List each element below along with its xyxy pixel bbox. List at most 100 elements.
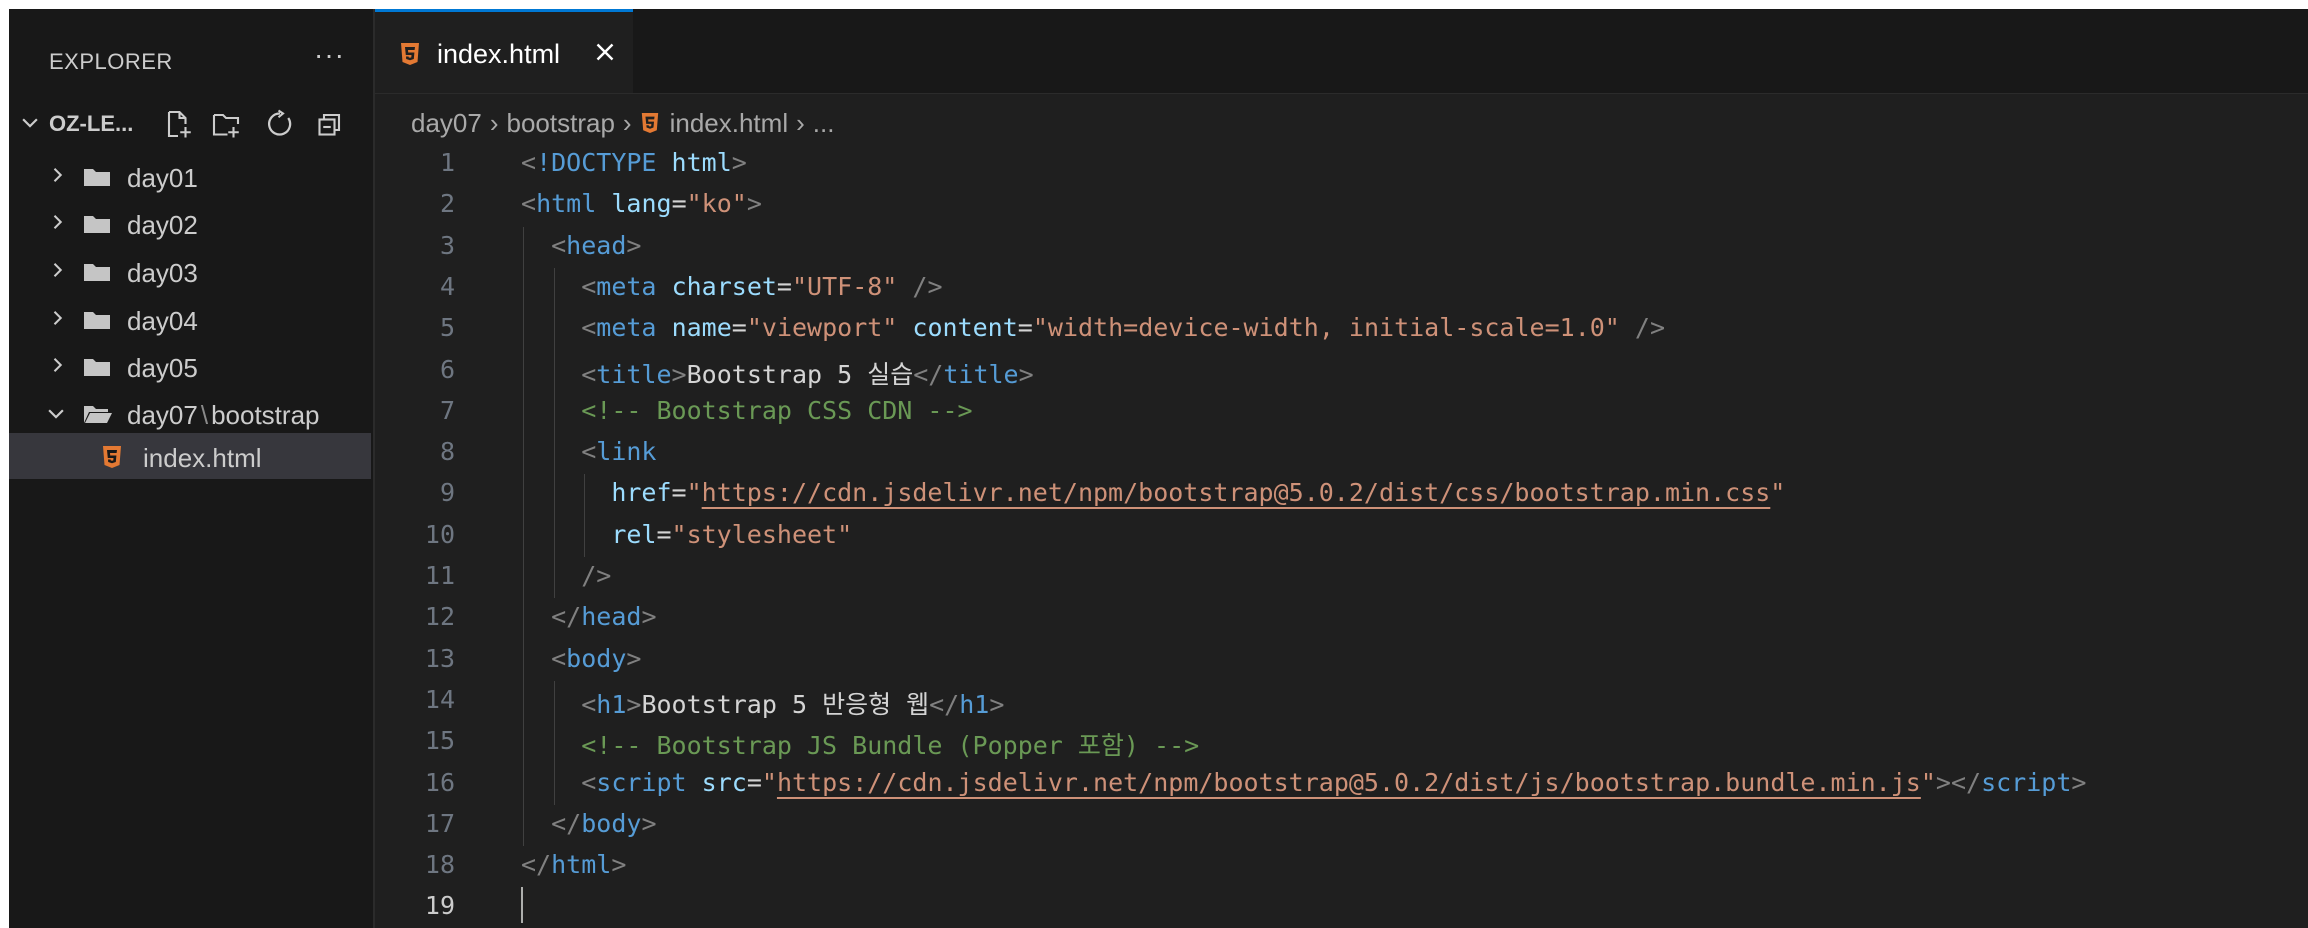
line-number: 8 [439, 437, 455, 467]
code-token: </ [551, 602, 582, 632]
code-token: <!-- Bootstrap JS Bundle (Popper 포함) --> [581, 731, 1200, 761]
chevron-down-icon [22, 118, 38, 128]
line-number: 19 [424, 891, 455, 921]
code-token: < [581, 313, 597, 343]
code-line[interactable]: 9 href="https://cdn.jsdelivr.net/npm/boo… [375, 474, 2308, 515]
code-token: href [611, 478, 672, 508]
code-line[interactable]: 19 [375, 887, 2308, 928]
line-number: 1 [439, 148, 455, 177]
code-text: <script src="https://cdn.jsdelivr.net/np… [521, 768, 2086, 797]
tree-folder-day01[interactable]: day01 [9, 153, 371, 199]
code-token: script [1981, 767, 2072, 797]
html5-icon [103, 446, 121, 468]
breadcrumb-item-file[interactable]: index.html [640, 108, 788, 139]
text-cursor [521, 887, 523, 923]
tree-folder-day05[interactable]: day05 [9, 343, 371, 389]
code-token: rel [611, 519, 657, 549]
code-text: href="https://cdn.jsdelivr.net/npm/boots… [521, 478, 1785, 507]
code-line[interactable]: 6 <title>Bootstrap 5 실습</title> [375, 351, 2308, 392]
code-line[interactable]: 8 <link [375, 433, 2308, 474]
code-token: < [581, 767, 597, 797]
project-root-row[interactable]: OZ-LE... [9, 103, 373, 143]
code-token: h1 [596, 689, 627, 719]
project-name: OZ-LE... [49, 111, 134, 136]
new-folder-icon[interactable] [211, 109, 241, 139]
code-token: > [746, 189, 762, 219]
code-editor[interactable]: 1 <!DOCTYPE html> 2 <html lang="ko"> 3 <head… [375, 144, 2308, 928]
collapse-all-icon[interactable] [315, 109, 345, 139]
code-token: /> [581, 561, 612, 590]
line-number: 10 [424, 519, 455, 549]
tree-file-index-html[interactable]: index.html [9, 433, 371, 479]
chevron-down-icon [48, 409, 64, 419]
code-line[interactable]: 18 </html> [375, 846, 2308, 887]
code-token: html [671, 148, 732, 177]
breadcrumb-item-bootstrap[interactable]: bootstrap [507, 108, 615, 139]
code-line[interactable]: 10 rel="stylesheet" [375, 516, 2308, 557]
code-token: < [581, 359, 597, 389]
code-line[interactable]: 5 <meta name="viewport" content="width=d… [375, 309, 2308, 350]
code-token: <!-- Bootstrap CSS CDN --> [581, 395, 973, 425]
code-line[interactable]: 4 <meta charset="UTF-8" /> [375, 268, 2308, 309]
code-line[interactable]: 13 <body> [375, 640, 2308, 681]
code-text: <html lang="ko"> [521, 189, 762, 218]
code-token: </ [521, 850, 552, 880]
code-token: h1 [959, 689, 990, 719]
code-token: < [521, 189, 537, 219]
refresh-icon[interactable] [265, 109, 295, 139]
code-line[interactable]: 12 </head> [375, 598, 2308, 639]
indent-guide [554, 680, 555, 805]
code-line[interactable]: 7 <!-- Bootstrap CSS CDN --> [375, 392, 2308, 433]
code-line[interactable]: 17 </body> [375, 805, 2308, 846]
breadcrumb-item-symbols[interactable]: ... [813, 108, 835, 139]
breadcrumb-item-day07[interactable]: day07 [411, 108, 482, 139]
code-token: "stylesheet" [671, 519, 853, 549]
tree-item-label: day01 [127, 163, 198, 193]
code-token: = [656, 519, 672, 549]
code-token: < [551, 230, 567, 260]
tab-index-html[interactable]: index.html [375, 9, 633, 93]
code-line[interactable]: 11 /> [375, 557, 2308, 598]
code-token: https://cdn.jsdelivr.net/npm/bootstrap@5… [776, 767, 1921, 797]
code-token: meta [596, 313, 657, 343]
code-token: head [581, 602, 642, 632]
code-token: < [581, 689, 597, 719]
code-token: "width=device-width, initial-scale=1.0" [1032, 313, 1620, 343]
breadcrumb: day07 › bootstrap › index.html › ... [411, 103, 834, 143]
tree-item-label: index.html [143, 443, 262, 473]
tree-folder-day03[interactable]: day03 [9, 248, 371, 294]
code-line[interactable]: 15 <!-- Bootstrap JS Bundle (Popper 포함) … [375, 722, 2308, 763]
explorer-title: EXPLORER [49, 49, 173, 74]
code-token: "ko" [686, 189, 747, 219]
tree-folder-day04[interactable]: day04 [9, 296, 371, 342]
indent-guide [523, 226, 524, 847]
more-actions-icon[interactable]: ··· [314, 39, 345, 71]
code-line[interactable]: 1 <!DOCTYPE html> [375, 144, 2308, 185]
tree-folder-day02[interactable]: day02 [9, 200, 371, 246]
close-icon[interactable] [593, 40, 617, 64]
code-text: <title>Bootstrap 5 실습</title> [521, 355, 1033, 391]
code-token: Bootstrap 5 반응형 웹 [641, 689, 930, 719]
tree-folder-day07-bootstrap[interactable]: day07 \ bootstrap [9, 390, 371, 436]
code-token: /> [1634, 313, 1666, 343]
code-token: = [746, 767, 762, 797]
html5-icon [641, 113, 658, 133]
new-file-icon[interactable] [163, 109, 193, 139]
code-line[interactable]: 14 <h1>Bootstrap 5 반응형 웹</h1> [375, 681, 2308, 722]
code-line[interactable]: 3 <head> [375, 227, 2308, 268]
code-line[interactable]: 16 <script src="https://cdn.jsdelivr.net… [375, 764, 2308, 805]
code-token: charset [671, 271, 777, 301]
code-token: > [626, 230, 642, 260]
code-line[interactable]: 2 <html lang="ko"> [375, 185, 2308, 226]
code-text: /> [521, 561, 611, 590]
